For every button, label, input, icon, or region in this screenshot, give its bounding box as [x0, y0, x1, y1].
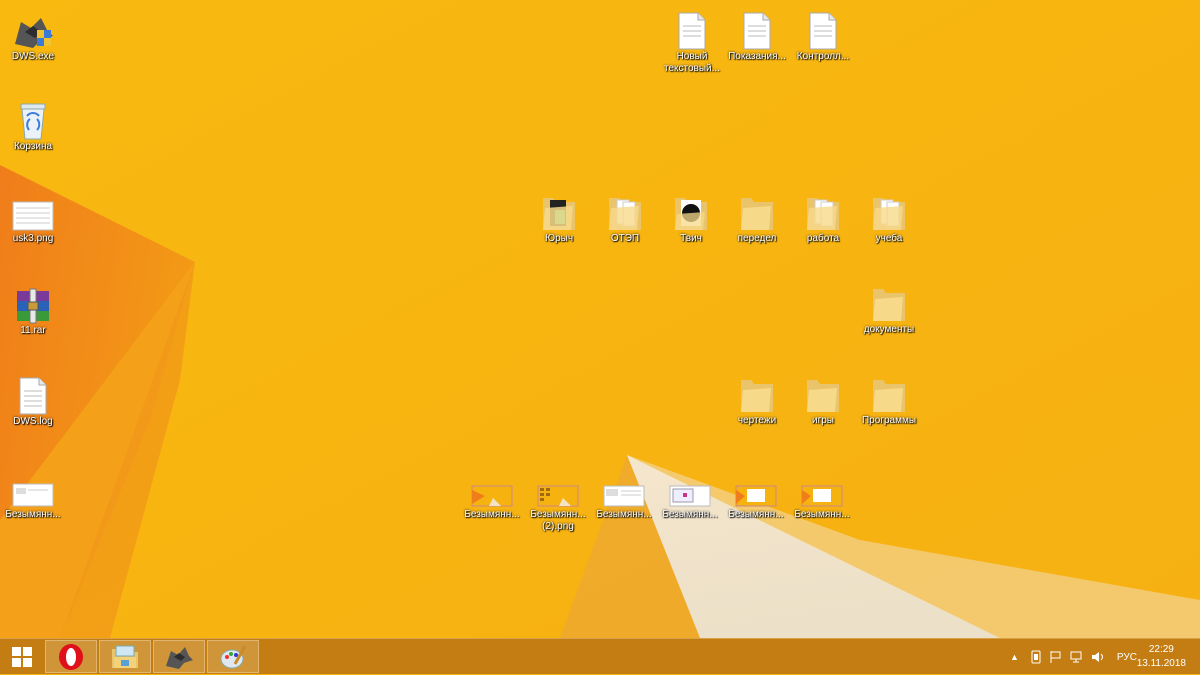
recycle-bin-glyph — [20, 103, 46, 140]
text-document-glyph — [743, 12, 771, 50]
folder-glyph — [741, 198, 773, 230]
image-thumb-glyph — [735, 485, 777, 507]
icon-label: ОТЭП — [610, 233, 640, 244]
windows-logo-icon — [12, 646, 32, 667]
image-thumb-glyph — [669, 485, 711, 507]
bezymyann-left-icon[interactable]: Безымянн... — [0, 466, 66, 521]
image-thumb-glyph — [603, 485, 645, 507]
folder-peredel-icon[interactable]: передел — [724, 190, 790, 245]
dws-log-icon[interactable]: DWS.log — [0, 373, 66, 428]
folder-tvich-icon[interactable]: Твич — [658, 190, 724, 245]
icon-label: Безымянн... — [464, 509, 520, 520]
image-thumb-glyph — [471, 485, 513, 507]
icon-label: Контролл... — [796, 51, 850, 62]
image-thumb-glyph — [12, 201, 54, 231]
dws-exe-icon[interactable]: DWS.exe — [0, 8, 66, 63]
folder-glyph — [609, 198, 641, 230]
folder-glyph — [873, 198, 905, 230]
opera-icon — [59, 643, 83, 670]
icon-label: Безымянн... — [794, 509, 850, 520]
icon-label: Твич — [680, 233, 702, 244]
icon-label: DWS.log — [13, 416, 53, 427]
rar-archive-glyph — [17, 288, 49, 324]
taskbar-opera[interactable] — [45, 640, 97, 673]
icon-label: Безымянн... — [662, 509, 718, 520]
icon-label: Показания... — [728, 51, 786, 62]
usk3-png-icon[interactable]: usk3.png — [0, 190, 66, 245]
icon-label: Безымянн... — [5, 509, 61, 520]
taskbar-paint[interactable] — [207, 640, 259, 673]
clock-time: 22:29 — [1148, 644, 1174, 655]
text-document-glyph — [809, 12, 837, 50]
pokazaniya-file-icon[interactable]: Показания... — [724, 8, 790, 63]
taskbar-dws[interactable] — [153, 640, 205, 673]
power-plug-icon[interactable] — [1029, 650, 1043, 664]
recycle-bin-icon[interactable]: Корзина — [0, 98, 66, 153]
folder-glyph — [543, 198, 575, 230]
taskbar-clock[interactable]: 22:29 13.11.2018 — [1137, 643, 1186, 671]
kontroll-file-icon[interactable]: Контролл... — [790, 8, 856, 63]
folder-glyph — [741, 380, 773, 412]
folder-chertezhi-icon[interactable]: чертежи — [724, 372, 790, 427]
image-thumb-glyph — [801, 485, 843, 507]
folder-glyph — [675, 198, 707, 230]
image-bezymyann-2-icon[interactable]: Безымянн... (2).png — [525, 466, 591, 533]
new-text-file-icon[interactable]: Новый текстовый... — [659, 8, 725, 75]
icon-label: Корзина — [13, 141, 53, 152]
folder-rabota-icon[interactable]: работа — [790, 190, 856, 245]
folder-otep-icon[interactable]: ОТЭП — [592, 190, 658, 245]
image-bezymyann-1-icon[interactable]: Безымянн... — [459, 466, 525, 521]
folder-glyph — [873, 380, 905, 412]
folder-glyph — [873, 289, 905, 321]
icon-label: Юрыч — [544, 233, 574, 244]
icon-label: Безымянн... (2).png — [530, 509, 586, 532]
desktop: DWS.exe Корзина usk3.png 11.rar DWS.log … — [0, 0, 1200, 638]
action-center-flag-icon[interactable] — [1049, 650, 1063, 664]
text-document-glyph — [19, 377, 47, 415]
folder-yurych-icon[interactable]: Юрыч — [526, 190, 592, 245]
icon-label: Безымянн... — [596, 509, 652, 520]
image-bezymyann-3-icon[interactable]: Безымянн... — [591, 466, 657, 521]
icon-label: 11.rar — [20, 325, 46, 336]
icon-label: DWS.exe — [11, 51, 55, 62]
system-tray: ▲ РУС — [1010, 639, 1137, 675]
folder-glyph — [807, 198, 839, 230]
image-bezymyann-5-icon[interactable]: Безымянн... — [723, 466, 789, 521]
network-icon[interactable] — [1069, 650, 1085, 664]
taskbar-explorer[interactable] — [99, 640, 151, 673]
taskbar: ▲ РУС 22:29 13.11.2018 — [0, 638, 1200, 674]
icon-label: Новый текстовый... — [664, 51, 720, 74]
image-thumb-glyph — [12, 483, 54, 507]
icon-label: Безымянн... — [728, 509, 784, 520]
clock-date: 13.11.2018 — [1136, 658, 1186, 669]
dws-app-icon — [166, 646, 193, 669]
folder-igry-icon[interactable]: игры — [790, 372, 856, 427]
input-language-indicator[interactable]: РУС — [1117, 652, 1137, 663]
folder-programmy-icon[interactable]: Программы — [856, 372, 922, 427]
paint-icon — [220, 644, 247, 668]
file-explorer-icon — [112, 645, 138, 668]
volume-speaker-icon[interactable] — [1091, 650, 1105, 664]
11-rar-icon[interactable]: 11.rar — [0, 282, 66, 337]
image-bezymyann-6-icon[interactable]: Безымянн... — [789, 466, 855, 521]
dws-exe-glyph — [15, 18, 53, 48]
icon-label: игры — [812, 415, 834, 426]
image-bezymyann-4-icon[interactable]: Безымянн... — [657, 466, 723, 521]
folder-glyph — [807, 380, 839, 412]
icon-label: документы — [863, 324, 915, 335]
icon-label: передел — [737, 233, 777, 244]
icon-label: учеба — [875, 233, 903, 244]
start-button[interactable] — [4, 640, 40, 673]
text-document-glyph — [678, 12, 706, 50]
icon-label: usk3.png — [12, 233, 54, 244]
icon-label: Программы — [861, 415, 917, 426]
show-hidden-icons-chevron-icon[interactable]: ▲ — [1010, 652, 1019, 662]
icon-label: работа — [806, 233, 840, 244]
wallpaper — [0, 0, 1200, 638]
icon-label: чертежи — [737, 415, 777, 426]
folder-ucheba-icon[interactable]: учеба — [856, 190, 922, 245]
image-thumb-glyph — [537, 485, 579, 507]
folder-dokumenty-icon[interactable]: документы — [856, 281, 922, 336]
